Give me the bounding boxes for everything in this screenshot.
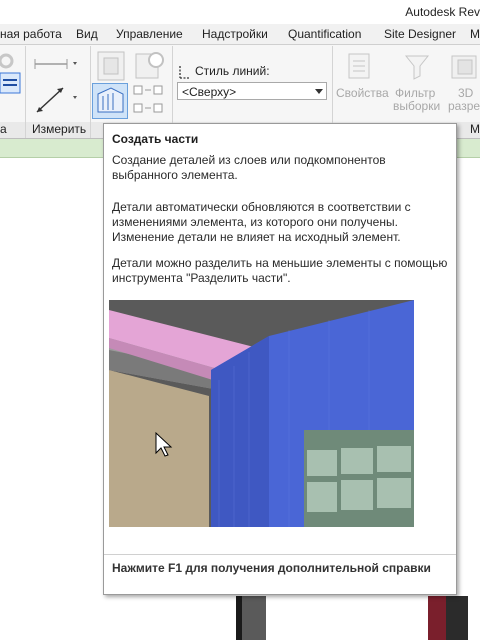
create-parts-button[interactable]: [92, 83, 128, 119]
app-title: Autodesk Rev: [405, 5, 480, 19]
tab-addins[interactable]: Надстройки: [202, 27, 268, 41]
ribbon-separator: [25, 46, 26, 138]
tooltip-title: Создать части: [112, 132, 199, 146]
tooltip-divider: [104, 554, 456, 555]
3d-section-icon[interactable]: [450, 52, 480, 85]
filter-label-line2: выборки: [393, 99, 441, 113]
tooltip-description-2: Детали автоматически обновляются в соотв…: [112, 200, 411, 244]
model-edge: [446, 596, 468, 640]
tab-collaborate[interactable]: ная работа: [0, 27, 62, 41]
line-style-value: <Сверху>: [182, 85, 237, 99]
model-edge: [236, 596, 242, 640]
line-style-dropdown[interactable]: <Сверху>: [177, 82, 327, 100]
chevron-down-icon: [315, 89, 323, 94]
tab-more[interactable]: М: [470, 27, 480, 41]
line-style-label: Стиль линий:: [195, 64, 270, 78]
filter-icon[interactable]: [402, 52, 432, 85]
panel-label-measure: Измерить: [32, 122, 87, 138]
properties-label: Свойства: [336, 86, 389, 100]
panel-label-right: М: [470, 122, 480, 138]
tooltip-description: Создание деталей из слоев или подкомпоне…: [112, 153, 386, 182]
tooltip-description-3: Детали можно разделить на меньшие элемен…: [112, 256, 448, 285]
divide-parts-icon[interactable]: [132, 84, 166, 121]
line-style-icon: [177, 64, 193, 83]
tab-site-designer[interactable]: Site Designer: [384, 27, 456, 41]
tab-manage[interactable]: Управление: [116, 27, 183, 41]
panel-label-partial: а: [0, 122, 24, 138]
tooltip-create-parts: Создать части Создание деталей из слоев …: [103, 123, 457, 595]
tab-quantification[interactable]: Quantification: [288, 27, 361, 41]
assembly-icon[interactable]: [96, 50, 128, 85]
aligned-dimension-icon[interactable]: [33, 54, 81, 77]
part-settings-icon[interactable]: [134, 50, 166, 85]
tooltip-illustration: [109, 300, 414, 527]
3d-label-line2: разре: [448, 99, 480, 113]
linked-view-icon[interactable]: [0, 72, 22, 97]
ribbon-tabs: ная работа Вид Управление Надстройки Qua…: [0, 24, 480, 45]
title-bar: Autodesk Rev: [0, 0, 480, 24]
tooltip-help-hint: Нажмите F1 для получения дополнительной …: [112, 561, 431, 575]
tab-view[interactable]: Вид: [76, 27, 98, 41]
ribbon-separator: [90, 46, 91, 138]
measure-icon[interactable]: [33, 86, 81, 119]
properties-icon[interactable]: [345, 52, 375, 85]
